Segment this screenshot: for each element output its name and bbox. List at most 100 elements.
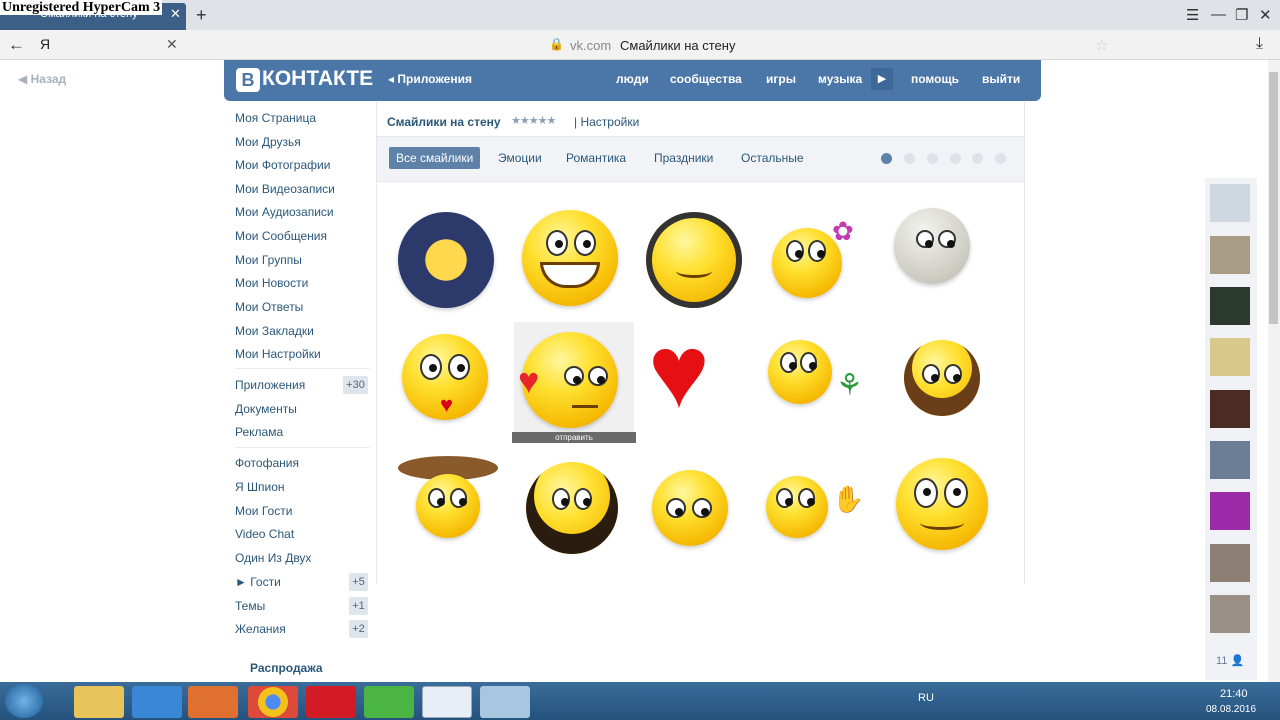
menu-item-themes[interactable]: Темы bbox=[235, 599, 265, 613]
menu-item-settings[interactable]: Мои Настройки bbox=[235, 347, 321, 361]
friend-avatar[interactable] bbox=[1210, 441, 1250, 479]
smiley-headphones-icon[interactable] bbox=[646, 212, 742, 308]
bookmark-star-icon[interactable]: ☆ bbox=[1095, 36, 1108, 54]
menu-item-video-chat[interactable]: Video Chat bbox=[235, 527, 294, 541]
explorer-icon[interactable] bbox=[74, 686, 124, 718]
nav-logout[interactable]: выйти bbox=[982, 72, 1020, 86]
menu-icon[interactable]: ☰ bbox=[1186, 6, 1199, 24]
app-settings-link[interactable]: | Настройки bbox=[574, 115, 639, 129]
send-button[interactable]: отправить bbox=[512, 432, 636, 443]
green-app-icon[interactable] bbox=[364, 686, 414, 718]
tab-all-smileys[interactable]: Все смайлики bbox=[389, 147, 481, 169]
app-title[interactable]: Смайлики на стену bbox=[387, 115, 501, 129]
menu-item-my-page[interactable]: Моя Страница bbox=[235, 111, 316, 125]
menu-item-answers[interactable]: Мои Ответы bbox=[235, 300, 303, 314]
smiley-girl-icon[interactable] bbox=[904, 340, 980, 416]
menu-item-fotofania[interactable]: Фотофания bbox=[235, 456, 299, 470]
url-domain[interactable]: vk.com bbox=[570, 38, 611, 53]
hypercam-icon[interactable] bbox=[480, 686, 530, 718]
more-arrow-icon[interactable]: ▶ bbox=[871, 68, 893, 90]
apps-link[interactable]: ◂ Приложения bbox=[388, 72, 472, 86]
wishes-count-badge[interactable]: +2 bbox=[349, 620, 368, 638]
clock-date[interactable]: 08.08.2016 bbox=[1206, 704, 1256, 715]
close-window-icon[interactable]: ✕ bbox=[1259, 6, 1272, 24]
apps-count-badge[interactable]: +30 bbox=[343, 376, 368, 394]
tab-other[interactable]: Остальные bbox=[741, 151, 804, 165]
smiley-professor-icon[interactable] bbox=[652, 470, 728, 546]
back-link[interactable]: ◀ Назад bbox=[18, 72, 66, 86]
menu-item-ads[interactable]: Реклама bbox=[235, 425, 283, 439]
friend-avatar[interactable] bbox=[1210, 338, 1250, 376]
nav-music[interactable]: музыка bbox=[818, 72, 862, 86]
page-dot[interactable] bbox=[904, 153, 915, 164]
themes-count-badge[interactable]: +1 bbox=[349, 597, 368, 615]
language-indicator[interactable]: RU bbox=[918, 692, 934, 704]
smiley-grin-icon[interactable] bbox=[522, 210, 618, 306]
nav-communities[interactable]: сообщества bbox=[670, 72, 742, 86]
guests-count-badge[interactable]: +5 bbox=[349, 573, 368, 591]
start-button-icon[interactable] bbox=[5, 684, 43, 718]
smiley-smile-icon[interactable] bbox=[896, 458, 988, 550]
download-icon[interactable]: ⤓ bbox=[1256, 35, 1263, 53]
internet-explorer-icon[interactable] bbox=[132, 686, 182, 718]
menu-item-spy[interactable]: Я Шпион bbox=[235, 480, 285, 494]
vk-logo-text[interactable]: КОНТАКТЕ bbox=[262, 67, 373, 91]
restore-icon[interactable]: ❐ bbox=[1235, 6, 1248, 24]
menu-item-audio[interactable]: Мои Аудиозаписи bbox=[235, 205, 334, 219]
page-dot[interactable] bbox=[972, 153, 983, 164]
page-dot-active[interactable] bbox=[881, 153, 892, 164]
smiley-space-icon[interactable] bbox=[398, 212, 494, 308]
minimize-icon[interactable]: — bbox=[1211, 6, 1226, 23]
clear-icon[interactable]: ✕ bbox=[166, 36, 178, 53]
nav-help[interactable]: помощь bbox=[911, 72, 959, 86]
friend-avatar[interactable] bbox=[1210, 287, 1250, 325]
tab-emotions[interactable]: Эмоции bbox=[498, 151, 542, 165]
friend-count[interactable]: 11 👤 bbox=[1216, 654, 1244, 667]
smiley-wave-icon[interactable] bbox=[766, 476, 828, 538]
friend-avatar[interactable] bbox=[1210, 492, 1250, 530]
opera-icon[interactable] bbox=[306, 686, 356, 718]
smiley-che-icon[interactable] bbox=[526, 462, 618, 554]
smiley-mummy-icon[interactable] bbox=[894, 208, 970, 284]
menu-item-friends[interactable]: Мои Друзья bbox=[235, 135, 301, 149]
url-page-title[interactable]: Смайлики на стену bbox=[620, 38, 735, 53]
smiley-heart-icon[interactable]: ♥ bbox=[648, 320, 710, 424]
tab-close-icon[interactable]: ✕ bbox=[170, 6, 181, 22]
menu-item-one-of-two[interactable]: Один Из Двух bbox=[235, 551, 311, 565]
vk-dog-avatar-icon[interactable] bbox=[1210, 184, 1250, 222]
vk-logo-icon[interactable]: В bbox=[236, 68, 260, 92]
smiley-cowboy-icon[interactable] bbox=[416, 474, 480, 538]
friend-avatar[interactable] bbox=[1210, 236, 1250, 274]
friend-avatar[interactable] bbox=[1210, 544, 1250, 582]
yandex-browser-icon[interactable] bbox=[422, 686, 472, 718]
menu-item-apps[interactable]: Приложения bbox=[235, 378, 305, 392]
menu-item-wishes[interactable]: Желания bbox=[235, 622, 286, 636]
nav-games[interactable]: игры bbox=[766, 72, 796, 86]
menu-item-bookmarks[interactable]: Мои Закладки bbox=[235, 324, 314, 338]
tab-romance[interactable]: Романтика bbox=[566, 151, 626, 165]
chrome-icon[interactable] bbox=[248, 686, 298, 718]
smiley-snowdrop-icon[interactable] bbox=[768, 340, 832, 404]
menu-item-guests[interactable]: ► Гости bbox=[235, 575, 281, 589]
menu-item-news[interactable]: Мои Новости bbox=[235, 276, 308, 290]
menu-item-groups[interactable]: Мои Группы bbox=[235, 253, 302, 267]
menu-item-messages[interactable]: Мои Сообщения bbox=[235, 229, 327, 243]
scrollbar-thumb[interactable] bbox=[1269, 72, 1278, 324]
page-dot[interactable] bbox=[927, 153, 938, 164]
media-player-icon[interactable] bbox=[188, 686, 238, 718]
search-input[interactable]: Я bbox=[40, 36, 50, 52]
tab-holidays[interactable]: Праздники bbox=[654, 151, 713, 165]
new-tab-button[interactable]: + bbox=[196, 5, 207, 26]
page-dot[interactable] bbox=[995, 153, 1006, 164]
friend-avatar[interactable] bbox=[1210, 390, 1250, 428]
friend-avatar[interactable] bbox=[1210, 595, 1250, 633]
nav-people[interactable]: люди bbox=[616, 72, 649, 86]
sale-banner-title[interactable]: Распродажа bbox=[250, 661, 323, 675]
page-dot[interactable] bbox=[950, 153, 961, 164]
menu-item-my-guests[interactable]: Мои Гости bbox=[235, 504, 292, 518]
menu-item-documents[interactable]: Документы bbox=[235, 402, 297, 416]
back-arrow-icon[interactable]: ← bbox=[8, 35, 25, 55]
clock-time[interactable]: 21:40 bbox=[1220, 688, 1248, 700]
menu-item-photos[interactable]: Мои Фотографии bbox=[235, 158, 330, 172]
menu-item-videos[interactable]: Мои Видеозаписи bbox=[235, 182, 335, 196]
